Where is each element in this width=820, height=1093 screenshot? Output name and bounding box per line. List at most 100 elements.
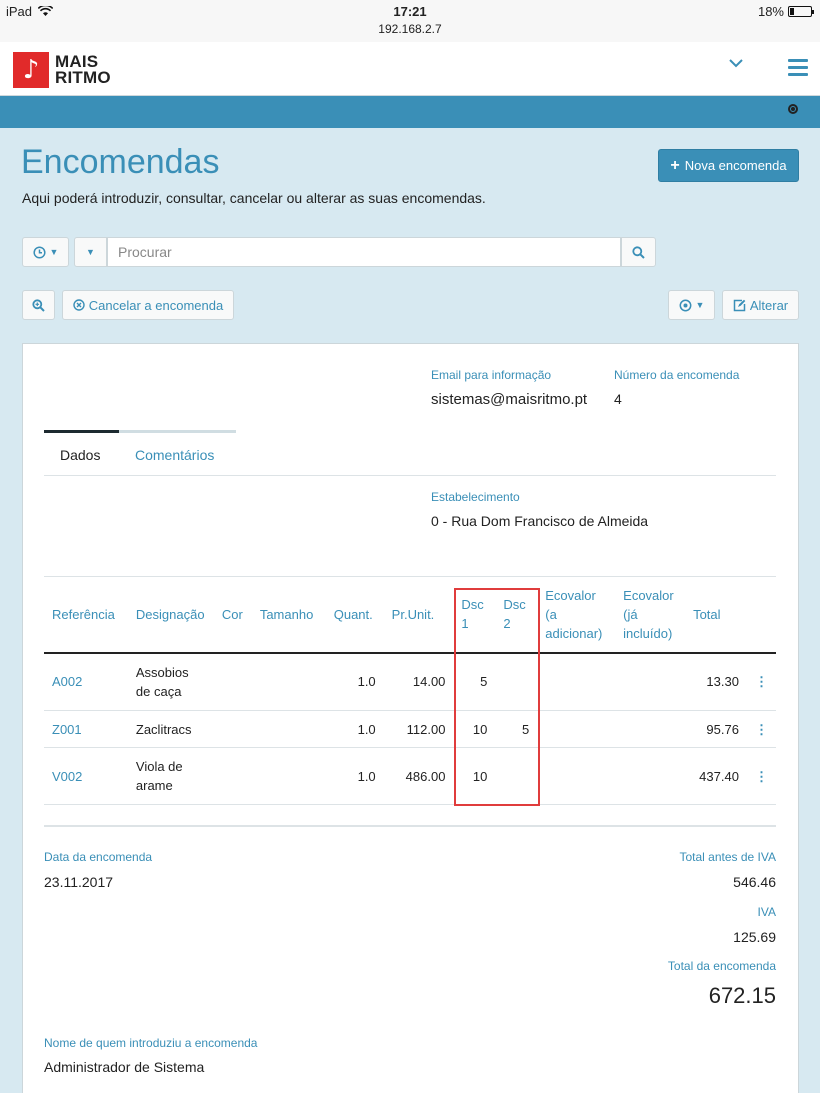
clock: 17:21 [393, 4, 427, 19]
cell-size [251, 652, 326, 711]
app-header: ♪ MAIS RITMO [0, 42, 820, 96]
cell-total: 13.30 [685, 652, 747, 711]
cell-color [213, 747, 252, 805]
vat-value: 125.69 [733, 929, 776, 945]
status-dot-icon[interactable] [788, 104, 798, 114]
table-row[interactable]: V002 Viola de arame 1.0 486.00 10 437.40… [44, 747, 776, 805]
order-total-value: 672.15 [708, 983, 776, 1008]
cell-dsc1: 5 [453, 652, 496, 711]
kebab-menu-icon[interactable]: ⋮ [746, 652, 776, 711]
cell-total: 95.76 [685, 710, 747, 748]
column-header-quantity[interactable]: Quant. [325, 576, 384, 654]
tab-indicator [119, 430, 236, 433]
options-dropdown-button[interactable]: ▼ [668, 290, 715, 320]
column-header-size[interactable]: Tamanho [251, 576, 326, 654]
column-header-dsc1[interactable]: Dsc 1 [453, 576, 496, 654]
cancel-order-button[interactable]: Cancelar a encomenda [62, 290, 234, 320]
subtotal-value: 546.46 [733, 874, 776, 890]
cell-designation: Viola de arame [127, 747, 214, 805]
page-description: Aqui poderá introduzir, consultar, cance… [22, 190, 486, 206]
tab-comentarios[interactable]: Comentários [135, 447, 214, 463]
column-header-ecovalor-add[interactable]: Ecovalor (a adicionar) [537, 576, 616, 654]
order-date-value: 23.11.2017 [44, 874, 114, 890]
search-button[interactable] [621, 237, 656, 267]
kebab-menu-icon[interactable]: ⋮ [746, 710, 776, 748]
search-icon [632, 245, 645, 259]
cell-reference[interactable]: A002 [44, 652, 128, 711]
tabs-divider [44, 475, 776, 476]
order-total-label: Total da encomenda [667, 959, 776, 973]
cell-reference[interactable]: Z001 [44, 710, 128, 748]
column-header-unit-price[interactable]: Pr.Unit. [383, 576, 454, 654]
column-header-ecovalor-incl[interactable]: Ecovalor (já incluído) [615, 576, 686, 654]
cell-ecovalor-incl [615, 652, 686, 711]
plus-icon: + [670, 156, 680, 174]
establishment-label: Estabelecimento [431, 490, 520, 504]
cell-unit-price: 14.00 [383, 652, 454, 711]
email-value: sistemas@maisritmo.pt [431, 391, 588, 408]
vat-label: IVA [757, 905, 776, 919]
cell-unit-price: 112.00 [383, 710, 454, 748]
cell-size [251, 710, 326, 748]
cell-color [213, 652, 252, 711]
cell-dsc2 [495, 747, 538, 805]
page-title: Encomendas [21, 143, 220, 181]
column-header-total[interactable]: Total [685, 576, 747, 654]
cell-size [251, 747, 326, 805]
email-label: Email para informação [431, 368, 552, 382]
hamburger-menu-icon[interactable] [788, 59, 808, 80]
column-header-reference[interactable]: Referência [44, 576, 128, 654]
edit-icon [733, 299, 746, 311]
table-row[interactable]: Z001 Zaclitracs 1.0 112.00 10 5 95.76 ⋮ [44, 710, 776, 748]
status-right: 18% [757, 4, 814, 19]
cell-total: 437.40 [685, 747, 747, 805]
cell-designation: Zaclitracs [127, 710, 214, 748]
order-items-table: Referência Designação Cor Tamanho Quant.… [44, 576, 776, 805]
cell-ecovalor-add [537, 747, 616, 805]
cell-ecovalor-incl [615, 710, 686, 748]
history-dropdown-button[interactable]: ▼ [22, 237, 69, 267]
zoom-button[interactable] [22, 290, 55, 320]
edit-button[interactable]: Alterar [722, 290, 799, 320]
establishment-value: 0 - Rua Dom Francisco de Almeida [431, 513, 649, 529]
cell-dsc1: 10 [453, 710, 496, 748]
cell-quantity: 1.0 [325, 710, 384, 748]
kebab-menu-icon[interactable]: ⋮ [746, 747, 776, 805]
cell-ecovalor-add [537, 710, 616, 748]
filter-dropdown-button[interactable]: ▼ [74, 237, 107, 267]
battery-percent: 18% [757, 4, 784, 19]
summary-divider [44, 825, 776, 827]
subtotal-label: Total antes de IVA [679, 850, 776, 864]
column-header-color[interactable]: Cor [213, 576, 252, 654]
tab-active-indicator [44, 430, 119, 433]
tab-dados[interactable]: Dados [60, 447, 100, 463]
zoom-in-icon [32, 298, 45, 312]
author-value: Administrador de Sistema [44, 1059, 205, 1075]
table-row[interactable]: A002 Assobios de caça 1.0 14.00 5 13.30 … [44, 652, 776, 711]
address-bar[interactable]: 192.168.2.7 [0, 22, 820, 36]
column-header-designation[interactable]: Designação [127, 576, 214, 654]
author-label: Nome de quem introduziu a encomenda [44, 1036, 258, 1050]
logo[interactable]: ♪ MAIS RITMO [13, 52, 111, 88]
logo-text: MAIS RITMO [55, 53, 111, 86]
music-note-icon: ♪ [13, 52, 49, 88]
new-order-label: Nova encomenda [684, 158, 787, 173]
new-order-button[interactable]: + Nova encomenda [658, 149, 799, 182]
order-number-label: Número da encomenda [614, 368, 740, 382]
battery-icon [788, 6, 814, 17]
target-icon [679, 299, 691, 311]
cell-unit-price: 486.00 [383, 747, 454, 805]
column-header-dsc2[interactable]: Dsc 2 [495, 576, 538, 654]
cell-reference[interactable]: V002 [44, 747, 128, 805]
clock-icon [32, 245, 46, 259]
search-input[interactable]: Procurar [107, 237, 621, 267]
cell-dsc2: 5 [495, 710, 538, 748]
cancel-order-label: Cancelar a encomenda [88, 297, 224, 313]
cell-ecovalor-incl [615, 747, 686, 805]
order-number-value: 4 [614, 391, 622, 407]
chevron-down-icon[interactable] [728, 58, 744, 68]
column-header-actions [746, 576, 776, 654]
caret-down-icon: ▼ [695, 300, 705, 310]
edit-label: Alterar [749, 297, 789, 313]
status-bar: iPad 17:21 192.168.2.7 18% [0, 0, 820, 42]
